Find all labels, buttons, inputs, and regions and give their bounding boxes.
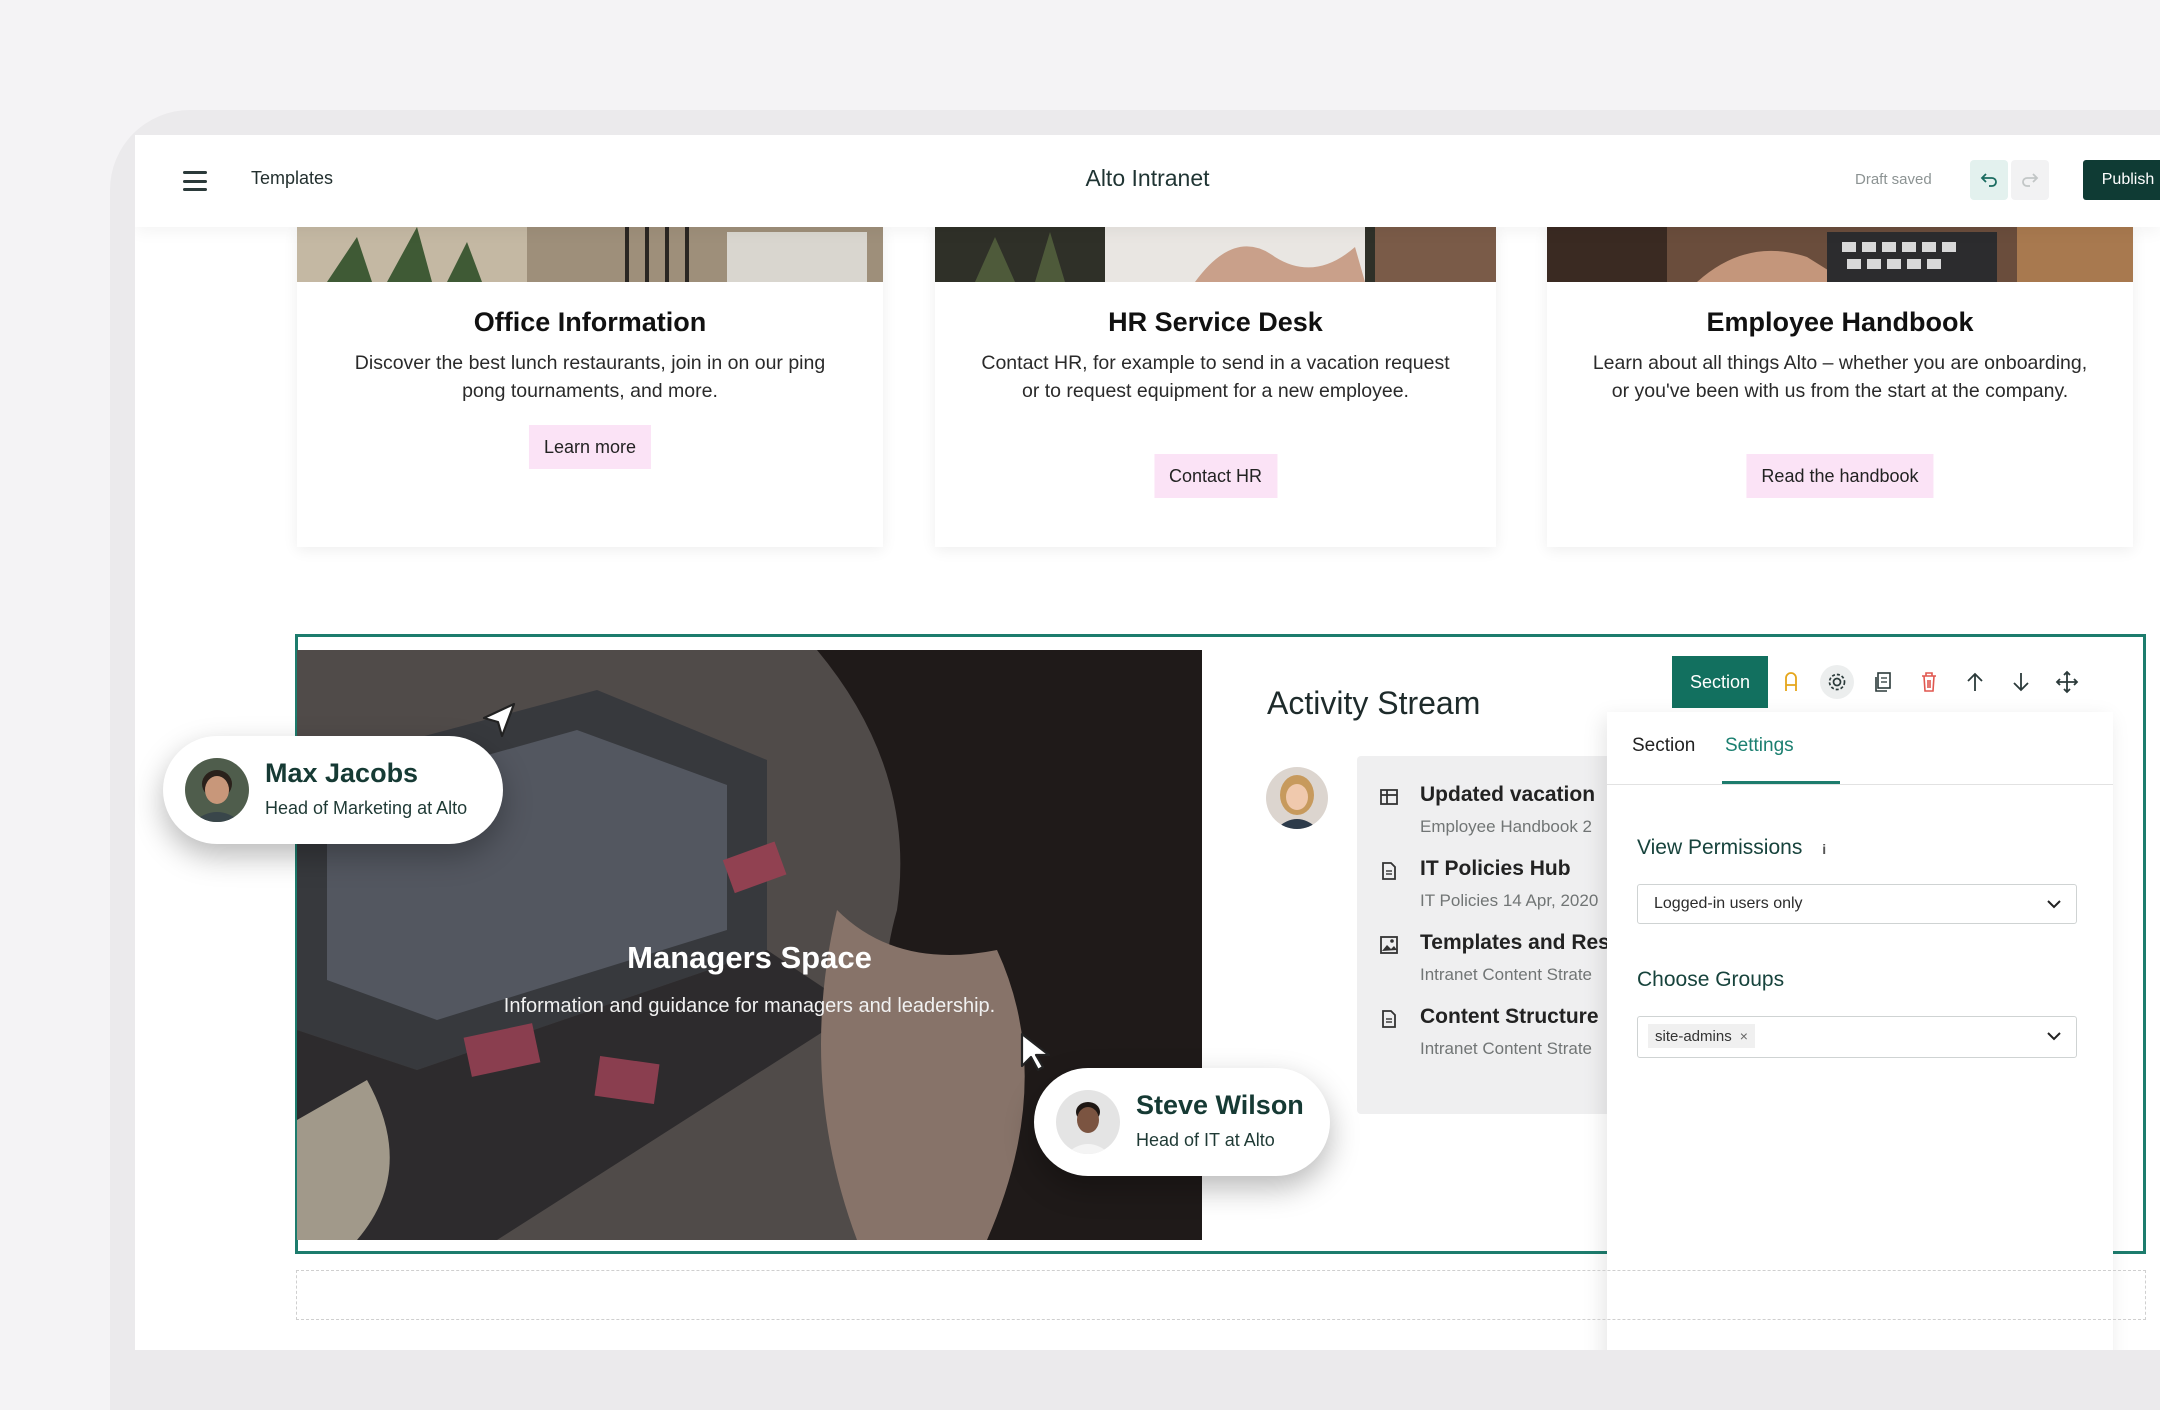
learn-more-button[interactable]: Learn more — [528, 425, 652, 469]
draft-status: Draft saved — [1855, 171, 1932, 188]
view-permissions-value: Logged-in users only — [1654, 895, 1803, 912]
card-text: Learn about all things Alto – whether yo… — [1592, 352, 2088, 402]
document-icon — [1382, 1010, 1396, 1028]
active-tab-indicator — [1722, 781, 1840, 784]
gear-icon[interactable] — [1814, 656, 1860, 708]
group-chip-label: site-admins — [1655, 1027, 1732, 1045]
collaborator-card-max: Max Jacobs Head of Marketing at Alto — [163, 736, 503, 844]
arrow-down-icon[interactable] — [1998, 656, 2044, 708]
empty-section-placeholder[interactable] — [296, 1270, 2146, 1320]
activity-item-title: Content Structure — [1420, 1005, 1599, 1028]
card-image — [1547, 227, 2133, 282]
top-bar: Templates Alto Intranet Draft saved Publ… — [135, 135, 2160, 227]
avatar[interactable] — [1266, 767, 1328, 829]
copy-icon[interactable] — [1860, 656, 1906, 708]
card-image — [297, 227, 883, 282]
activity-item-meta: IT Policies 14 Apr, 2020 — [1420, 891, 1599, 910]
cursor-arrow-icon — [482, 702, 516, 738]
activity-item-meta: Employee Handbook 2 — [1420, 817, 1593, 836]
publish-button[interactable]: Publish — [2083, 160, 2160, 200]
view-permissions-select[interactable]: Logged-in users only — [1637, 884, 2077, 924]
avatar — [1056, 1090, 1120, 1154]
info-icon[interactable]: i — [1822, 841, 1826, 857]
undo-icon[interactable] — [1970, 160, 2008, 200]
view-permissions-text: View Permissions — [1637, 836, 1803, 859]
tab-settings[interactable]: Settings — [1725, 735, 1794, 757]
managers-subtitle: Information and guidance for managers an… — [503, 995, 996, 1017]
chevron-down-icon — [2047, 900, 2061, 909]
table-icon — [1380, 789, 1398, 805]
activity-item-title: Templates and Res — [1420, 931, 1610, 954]
activity-item-title: Updated vacation — [1420, 783, 1596, 806]
section-settings-panel: Section Settings View Permissions i Logg… — [1607, 712, 2113, 1350]
move-icon[interactable] — [2044, 656, 2090, 708]
collaborator-name: Max Jacobs — [265, 758, 419, 788]
managers-title: Managers Space — [627, 940, 872, 975]
document-icon — [1382, 862, 1396, 880]
card-office-information: Office Information Discover the best lun… — [297, 227, 883, 547]
avatar — [185, 758, 249, 822]
collaborator-role: Head of IT at Alto — [1136, 1130, 1275, 1150]
card-text: Discover the best lunch restaurants, joi… — [354, 352, 826, 402]
card-employee-handbook: Employee Handbook Learn about all things… — [1547, 227, 2133, 547]
tab-divider — [1607, 784, 2113, 785]
card-text: Contact HR, for example to send in a vac… — [981, 352, 1450, 402]
trash-icon[interactable] — [1906, 656, 1952, 708]
collaborator-name: Steve Wilson — [1136, 1090, 1304, 1120]
tab-section[interactable]: Section — [1632, 735, 1695, 757]
card-image — [935, 227, 1496, 282]
activity-stream-title: Activity Stream — [1267, 685, 1481, 721]
choose-groups-select[interactable]: site-admins × — [1637, 1016, 2077, 1058]
contact-hr-button[interactable]: Contact HR — [1153, 454, 1278, 498]
close-icon[interactable]: × — [1740, 1028, 1748, 1044]
group-chip[interactable]: site-admins × — [1648, 1024, 1755, 1048]
activity-item-meta: Intranet Content Strate — [1420, 965, 1592, 984]
chevron-down-icon — [2047, 1032, 2061, 1041]
section-toolbar: Section — [1672, 656, 2104, 708]
arrow-up-icon[interactable] — [1952, 656, 1998, 708]
collaborator-role: Head of Marketing at Alto — [265, 798, 468, 818]
lock-icon[interactable] — [1768, 656, 1814, 708]
read-handbook-button[interactable]: Read the handbook — [1746, 454, 1934, 498]
card-title: HR Service Desk — [1108, 307, 1323, 337]
collaborator-card-steve: Steve Wilson Head of IT at Alto — [1034, 1068, 1330, 1176]
view-permissions-label: View Permissions i — [1637, 836, 1826, 860]
section-label-button[interactable]: Section — [1672, 656, 1768, 708]
redo-icon[interactable] — [2011, 160, 2049, 200]
activity-item-meta: Intranet Content Strate — [1420, 1039, 1592, 1058]
cursor-arrow-icon — [1020, 1032, 1051, 1072]
card-hr-service-desk: HR Service Desk Contact HR, for example … — [935, 227, 1496, 547]
card-title: Office Information — [473, 307, 707, 337]
card-title: Employee Handbook — [1706, 307, 1974, 337]
choose-groups-label: Choose Groups — [1637, 968, 1785, 991]
image-icon — [1380, 936, 1398, 954]
activity-item-title: IT Policies Hub — [1420, 857, 1571, 880]
